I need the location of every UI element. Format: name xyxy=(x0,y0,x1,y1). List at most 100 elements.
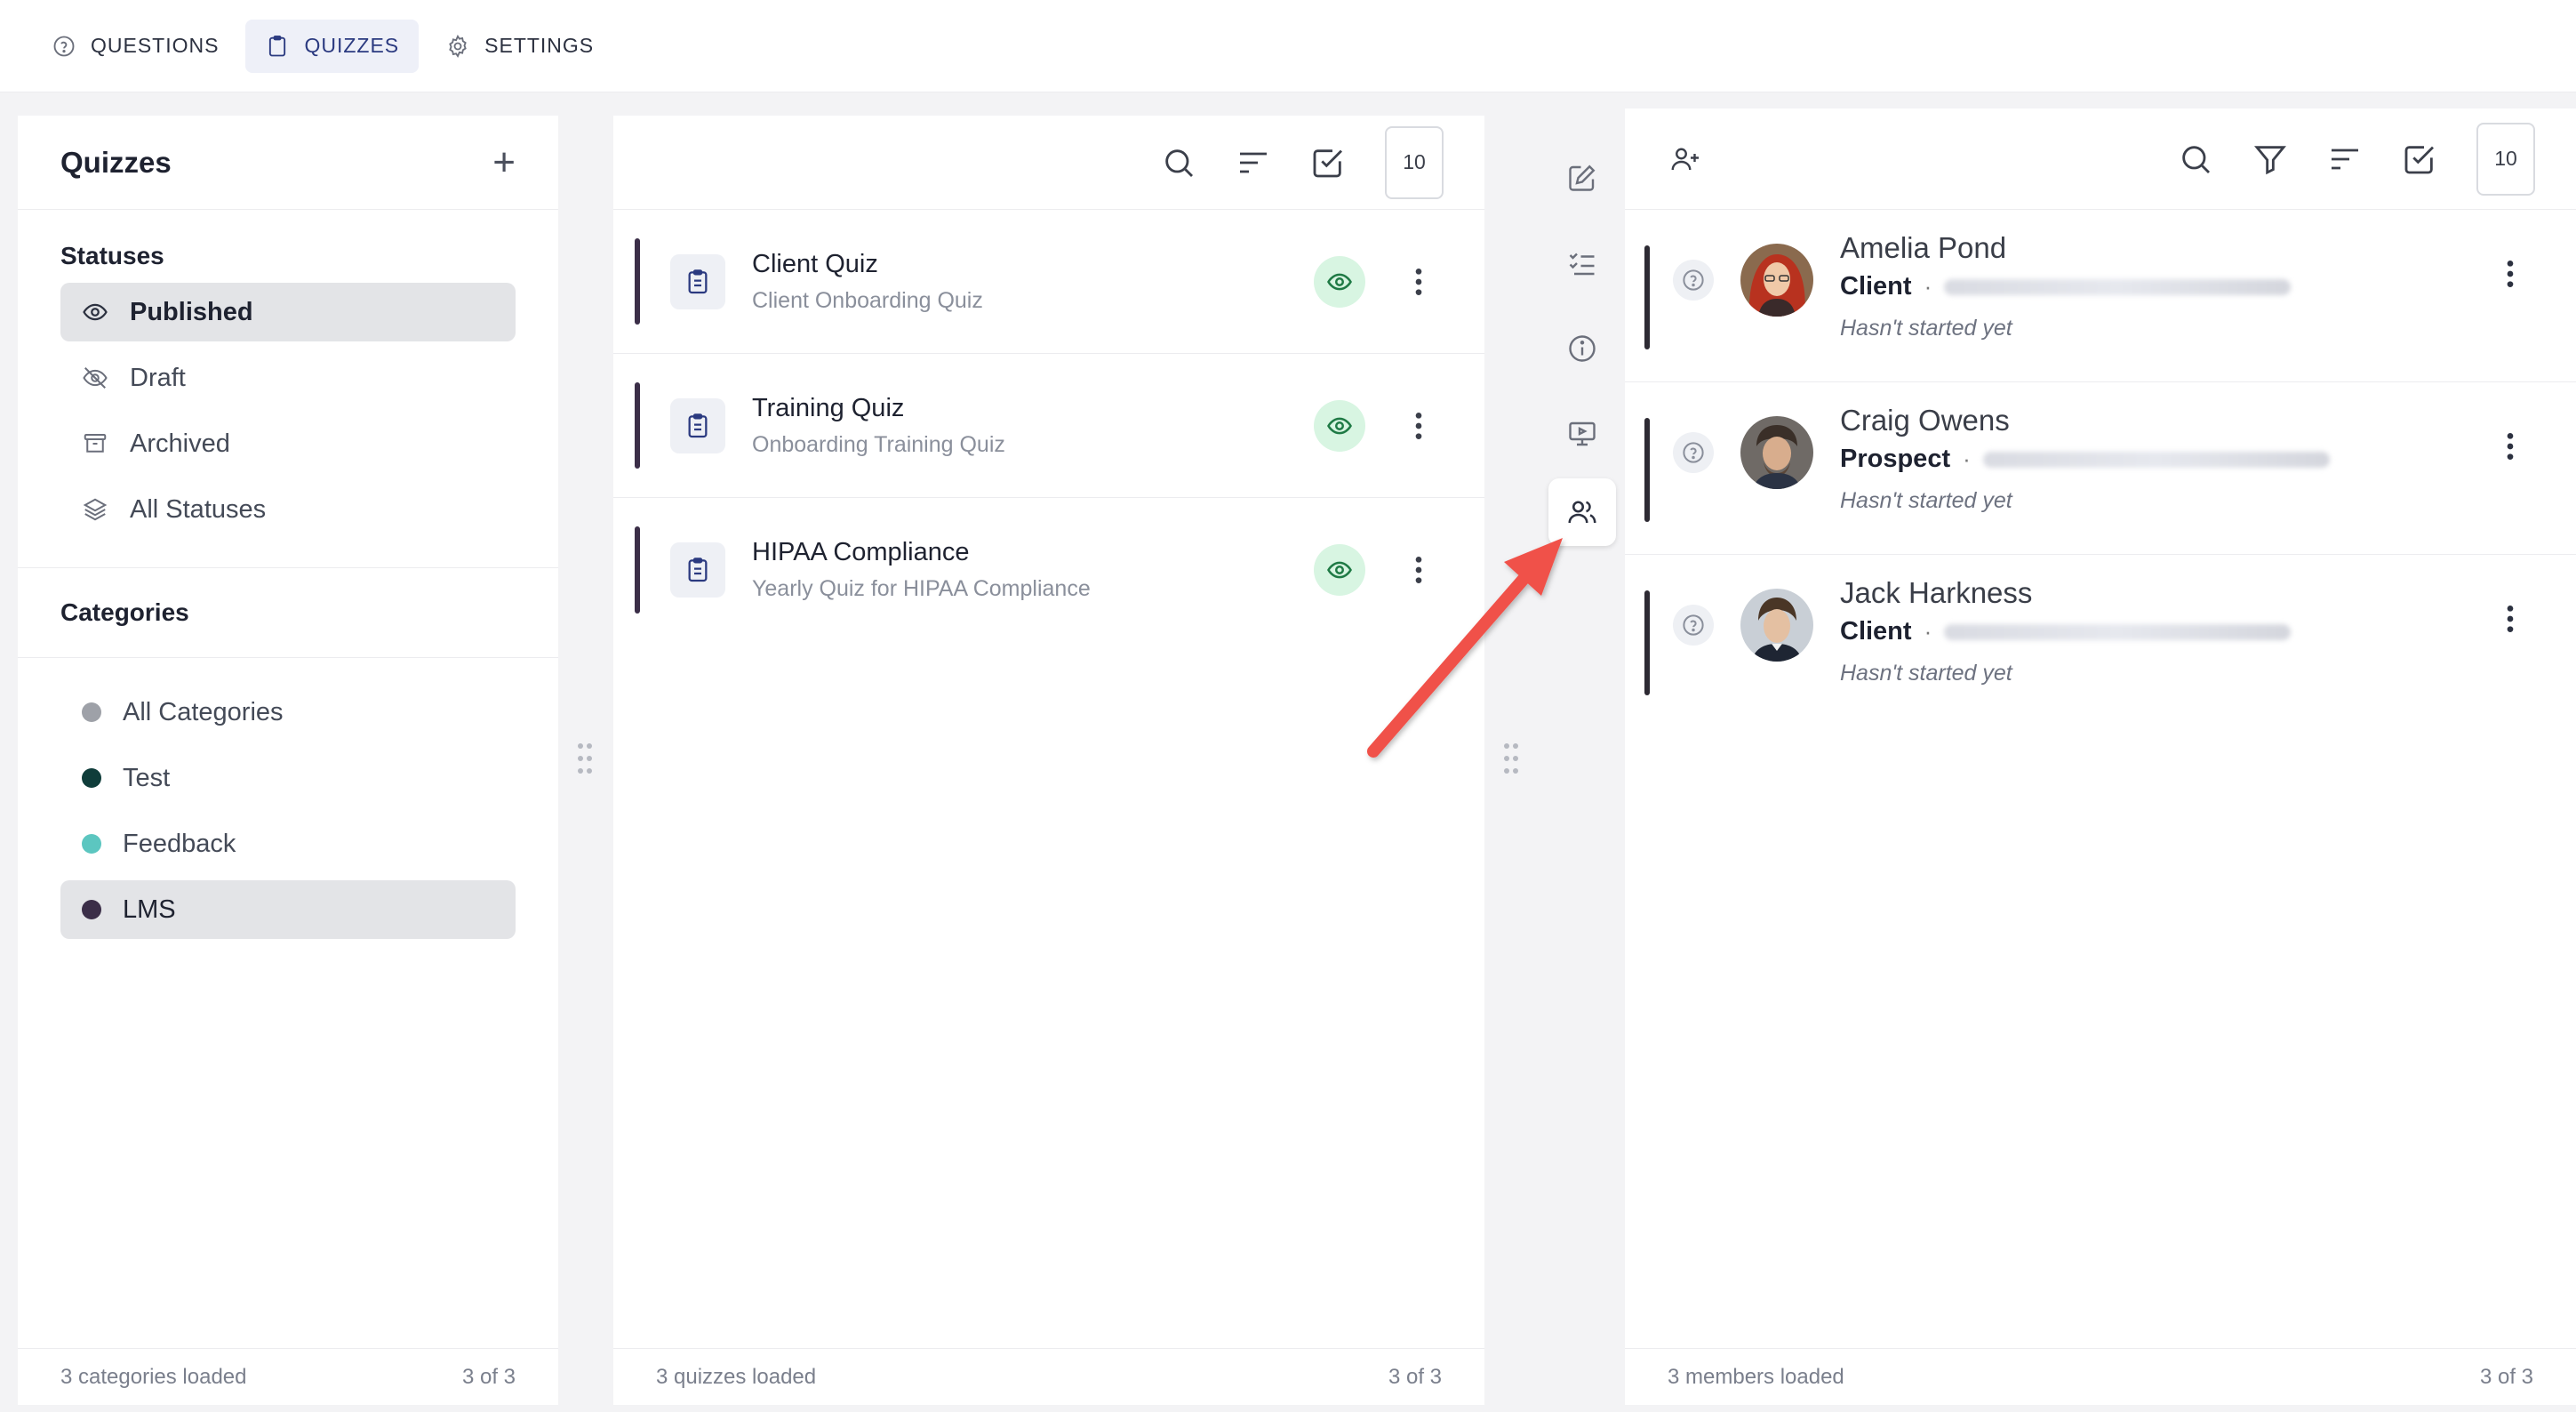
avatar xyxy=(1740,589,1813,662)
quiz-list-toolbar: 10 xyxy=(613,116,1484,210)
rail-members-button[interactable] xyxy=(1548,478,1616,546)
search-icon[interactable] xyxy=(1161,145,1196,181)
more-options-icon[interactable] xyxy=(1401,552,1436,588)
rail-edit-button[interactable] xyxy=(1548,144,1616,212)
category-color-dot xyxy=(82,900,101,919)
status-draft[interactable]: Draft xyxy=(60,349,516,407)
resize-handle-icon[interactable] xyxy=(576,742,594,775)
rail-info-button[interactable] xyxy=(1548,315,1616,382)
quiz-icon xyxy=(670,397,725,453)
avatar-image xyxy=(1740,416,1813,489)
category-label: Test xyxy=(123,763,171,792)
quiz-row[interactable]: HIPAA Compliance Yearly Quiz for HIPAA C… xyxy=(613,498,1484,642)
more-options-icon[interactable] xyxy=(1401,264,1436,300)
category-color-bar xyxy=(635,382,640,469)
select-checkbox-icon[interactable] xyxy=(2402,141,2437,177)
users-icon xyxy=(1568,501,1596,524)
member-status-bar xyxy=(1644,418,1650,522)
members-panel: 10 Amelia Pond Client · Hasn't started y… xyxy=(1625,108,2576,1405)
member-progress-status: Hasn't started yet xyxy=(1840,316,2012,341)
edit-icon xyxy=(1569,164,1596,191)
quiz-status-badge xyxy=(1673,260,1714,301)
quiz-row[interactable]: Training Quiz Onboarding Training Quiz xyxy=(613,354,1484,498)
resize-handle-icon[interactable] xyxy=(1502,742,1520,775)
published-badge xyxy=(1314,255,1365,308)
member-row[interactable]: Craig Owens Prospect · Hasn't started ye… xyxy=(1625,382,2576,555)
pagination-count: 3 of 3 xyxy=(461,1364,516,1389)
category-color-bar xyxy=(635,238,640,325)
add-quiz-button[interactable]: + xyxy=(492,142,516,182)
avatar xyxy=(1740,416,1813,489)
panel-footer: 3 members loaded 3 of 3 xyxy=(1625,1348,2576,1405)
member-role: Client xyxy=(1840,272,1912,301)
eye-off-icon xyxy=(83,367,108,389)
pagination-count: 3 of 3 xyxy=(2479,1364,2533,1389)
clipboard-list-icon xyxy=(688,413,708,437)
search-icon[interactable] xyxy=(2178,141,2213,177)
more-options-icon[interactable] xyxy=(2492,429,2528,464)
category-feedback[interactable]: Feedback xyxy=(60,814,516,873)
quiz-status-badge xyxy=(1673,432,1714,473)
member-role: Client xyxy=(1840,617,1912,646)
tab-questions[interactable]: QUESTIONS xyxy=(32,20,238,73)
status-label: Published xyxy=(130,297,253,326)
avatar xyxy=(1740,244,1813,317)
tab-questions-label: QUESTIONS xyxy=(91,34,220,57)
quiz-icon xyxy=(670,542,725,598)
member-name: Craig Owens xyxy=(1840,404,2010,437)
select-checkbox-icon[interactable] xyxy=(1310,145,1346,181)
category-color-dot xyxy=(82,768,101,788)
panel-title: Quizzes xyxy=(60,145,172,179)
more-options-icon[interactable] xyxy=(1401,408,1436,444)
category-color-dot xyxy=(82,834,101,854)
tab-quizzes-label: QUIZZES xyxy=(304,34,400,57)
help-circle-icon xyxy=(1683,614,1704,636)
clipboard-list-icon xyxy=(688,269,708,293)
page-size-selector[interactable]: 10 xyxy=(2476,122,2535,196)
member-row[interactable]: Amelia Pond Client · Hasn't started yet xyxy=(1625,210,2576,382)
tab-settings[interactable]: SETTINGS xyxy=(426,20,613,73)
statuses-heading: Statuses xyxy=(60,242,164,269)
add-user-icon[interactable] xyxy=(1669,143,1701,175)
info-icon xyxy=(1569,335,1596,362)
categories-heading: Categories xyxy=(60,598,189,626)
published-badge xyxy=(1314,544,1365,596)
eye-icon xyxy=(1327,417,1352,434)
eye-icon xyxy=(1327,561,1352,579)
quiz-row[interactable]: Client Quiz Client Onboarding Quiz xyxy=(613,210,1484,354)
more-options-icon[interactable] xyxy=(2492,256,2528,292)
quiz-subtitle: Yearly Quiz for HIPAA Compliance xyxy=(752,576,1091,601)
quiz-title: HIPAA Compliance xyxy=(752,538,970,566)
rail-presentation-button[interactable] xyxy=(1548,400,1616,468)
category-test[interactable]: Test xyxy=(60,749,516,807)
member-status-bar xyxy=(1644,245,1650,349)
checklist-icon xyxy=(1569,253,1595,276)
category-all[interactable]: All Categories xyxy=(60,683,516,742)
clipboard-list-icon xyxy=(688,558,708,582)
filter-icon[interactable] xyxy=(2252,141,2288,177)
status-label: Draft xyxy=(130,363,186,392)
status-all[interactable]: All Statuses xyxy=(60,480,516,539)
member-row[interactable]: Jack Harkness Client · Hasn't started ye… xyxy=(1625,555,2576,727)
quiz-subtitle: Onboarding Training Quiz xyxy=(752,431,1005,457)
page-size-selector[interactable]: 10 xyxy=(1385,125,1444,199)
sort-icon[interactable] xyxy=(2327,141,2363,177)
category-lms[interactable]: LMS xyxy=(60,880,516,939)
category-label: Feedback xyxy=(123,829,236,858)
avatar-image xyxy=(1740,589,1813,662)
tab-quizzes[interactable]: QUIZZES xyxy=(245,19,420,73)
panel-header: Quizzes + xyxy=(18,116,558,210)
member-email-redacted xyxy=(1982,451,2330,468)
clipboard-icon xyxy=(269,35,286,56)
member-email-redacted xyxy=(1944,623,2292,640)
eye-icon xyxy=(1327,273,1352,290)
status-archived[interactable]: Archived xyxy=(60,414,516,473)
status-published[interactable]: Published xyxy=(60,283,516,341)
loaded-count: 3 categories loaded xyxy=(60,1364,247,1389)
quiz-title: Client Quiz xyxy=(752,249,878,278)
help-circle-icon xyxy=(1683,269,1704,291)
more-options-icon[interactable] xyxy=(2492,601,2528,637)
rail-questions-button[interactable] xyxy=(1548,229,1616,297)
sort-icon[interactable] xyxy=(1236,145,1271,181)
gear-icon xyxy=(449,34,467,58)
